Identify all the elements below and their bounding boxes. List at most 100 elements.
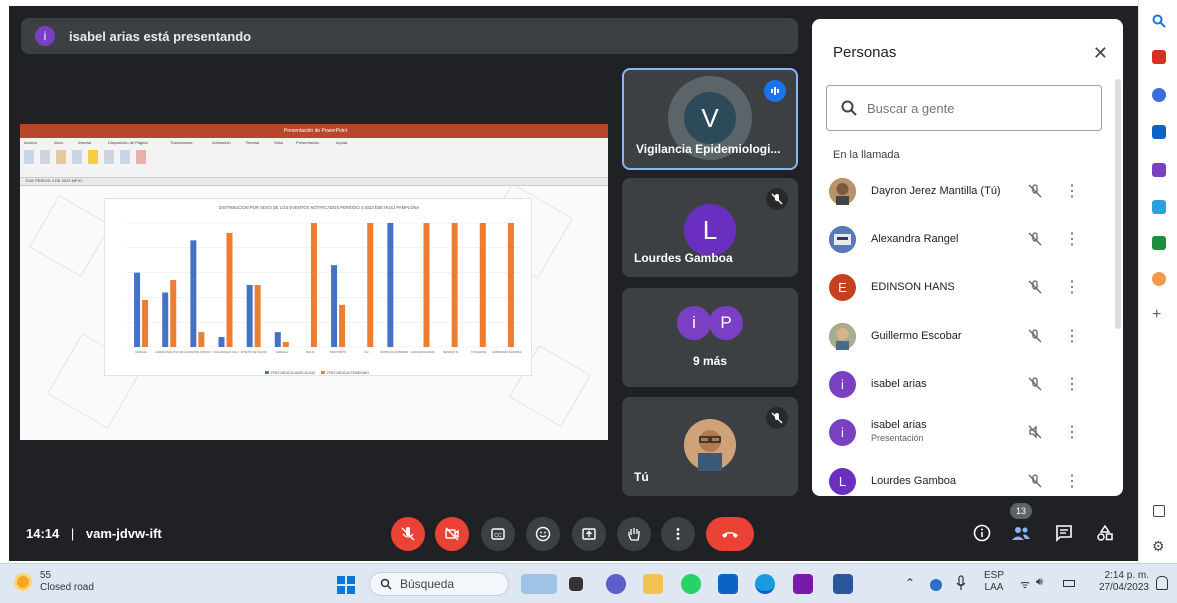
section-in-call: En la llamada	[833, 149, 900, 161]
scrollbar[interactable]	[1115, 79, 1121, 329]
clock-date: 27/04/2023	[1098, 582, 1149, 593]
add-icon[interactable]: +	[1152, 306, 1161, 324]
meeting-code: vam-jdvw-ift	[85, 526, 162, 541]
tile-more[interactable]: i P 9 más	[622, 288, 798, 387]
tile-self[interactable]: Tú	[622, 397, 798, 496]
microphone-icon[interactable]	[956, 575, 966, 596]
more-options-button[interactable]	[661, 517, 695, 551]
reactions-button[interactable]	[526, 517, 560, 551]
outlook-icon[interactable]	[1152, 125, 1166, 139]
participant-row[interactable]: Dayron Jerez Mantilla (Tú) ⋮	[829, 171, 1113, 211]
mic-off-icon	[1023, 184, 1047, 198]
file-explorer-icon[interactable]	[643, 574, 663, 594]
doc-tab-label: EVE PERIOD 4 DE 2023 MPIO.	[26, 178, 83, 183]
battery-icon[interactable]	[1063, 580, 1075, 587]
legend-masc: FRECUENCIA MASCULINO	[271, 371, 316, 375]
weather-widget[interactable]: 55 Closed road	[14, 570, 94, 594]
mic-off-icon	[1023, 232, 1047, 246]
meeting-details-button[interactable]	[969, 520, 995, 546]
designer-icon[interactable]	[1152, 163, 1166, 177]
settings-icon[interactable]: ⚙	[1152, 538, 1165, 555]
mic-off-icon	[766, 407, 788, 429]
teams-chat-icon[interactable]	[606, 574, 626, 594]
send-icon[interactable]	[1152, 200, 1166, 214]
mic-off-icon	[1023, 474, 1047, 488]
participant-row[interactable]: L Lourdes Gamboa ⋮	[829, 461, 1113, 496]
activities-icon	[1097, 524, 1113, 541]
participant-row[interactable]: Alexandra Rangel ⋮	[829, 219, 1113, 259]
task-view-icon[interactable]	[569, 577, 583, 591]
more-options-icon[interactable]: ⋮	[1057, 229, 1087, 249]
audio-off-icon	[1023, 425, 1047, 439]
volume-icon[interactable]: 🔊︎	[1036, 576, 1043, 589]
camera-toggle-button[interactable]	[435, 517, 469, 551]
word-icon[interactable]	[833, 574, 853, 594]
bar-femenino	[451, 223, 458, 347]
emoji-icon	[535, 526, 551, 542]
tray-chevron-icon[interactable]: ⌃	[905, 576, 915, 590]
raise-hand-button[interactable]	[617, 517, 651, 551]
presenting-banner: i isabel arias está presentando	[21, 18, 798, 54]
more-options-icon[interactable]: ⋮	[1057, 374, 1087, 394]
people-search[interactable]	[826, 85, 1102, 131]
captions-button[interactable]: CC	[481, 517, 515, 551]
participant-row[interactable]: Guillermo Escobar ⋮	[829, 316, 1113, 356]
leave-call-button[interactable]	[706, 517, 754, 551]
search-input[interactable]	[867, 100, 1067, 116]
present-button[interactable]	[572, 517, 606, 551]
more-options-icon[interactable]: ⋮	[1057, 181, 1087, 201]
people-title: Personas	[833, 44, 897, 61]
category-label: SIFILIS	[306, 350, 315, 354]
people-count-badge: 13	[1010, 503, 1032, 519]
speaking-indicator-icon	[764, 80, 786, 102]
whatsapp-icon[interactable]	[681, 574, 701, 594]
bar-masculino	[274, 332, 281, 347]
edge-icon[interactable]	[755, 574, 775, 594]
ribbon-tab: Animación	[212, 140, 231, 145]
tile-vigilancia[interactable]: V Vigilancia Epidemiologi...	[622, 68, 798, 170]
mic-off-icon	[401, 527, 415, 541]
sidebar-toggle-icon[interactable]	[1153, 505, 1165, 517]
legend-swatch-fem	[321, 371, 325, 374]
category-label: VARICELA	[275, 350, 288, 354]
copilot-icon[interactable]	[1152, 88, 1166, 102]
clock[interactable]: 2:14 p. m. 27/04/2023	[1091, 570, 1149, 594]
chat-button[interactable]	[1051, 520, 1077, 546]
participant-row[interactable]: i isabel arias Presentación ⋮	[829, 412, 1113, 452]
language-indicator[interactable]: ESP LAA	[984, 570, 1004, 594]
svg-text:CC: CC	[494, 533, 502, 539]
activities-button[interactable]	[1092, 520, 1118, 546]
briefcase-icon[interactable]	[1152, 50, 1166, 64]
more-options-icon[interactable]: ⋮	[1057, 326, 1087, 346]
tree-icon[interactable]	[1152, 236, 1166, 250]
participant-row[interactable]: E EDINSON HANS ⋮	[829, 267, 1113, 307]
more-options-icon[interactable]: ⋮	[1057, 277, 1087, 297]
mic-toggle-button[interactable]	[391, 517, 425, 551]
tile-self-avatar	[684, 419, 736, 471]
participant-name: Guillermo Escobar	[871, 329, 962, 342]
taskbar-search[interactable]: Búsqueda	[369, 572, 509, 596]
mail-icon[interactable]	[718, 574, 738, 594]
tray-app-icon[interactable]	[930, 579, 942, 591]
more-options-icon[interactable]: ⋮	[1057, 471, 1087, 491]
tile-lourdes[interactable]: L Lourdes Gamboa	[622, 178, 798, 277]
people-button[interactable]	[1008, 520, 1034, 546]
weather-desc: Closed road	[40, 582, 94, 593]
captions-icon: CC	[491, 528, 505, 540]
more-options-icon[interactable]: ⋮	[1057, 422, 1087, 442]
widget-app-icon[interactable]	[521, 574, 557, 594]
bar-femenino	[479, 223, 486, 347]
search-icon[interactable]	[1152, 14, 1166, 33]
bar-femenino	[507, 223, 514, 347]
participant-row[interactable]: i isabel arias ⋮	[829, 364, 1113, 404]
onenote-icon[interactable]	[793, 574, 813, 594]
windows-start-icon[interactable]	[337, 576, 355, 594]
close-icon[interactable]: ✕	[1093, 43, 1108, 64]
ppt-titlebar: Presentación de PowerPoint	[20, 124, 608, 138]
notification-icon[interactable]	[1156, 576, 1168, 590]
presentation-stage[interactable]: Presentación de PowerPoint Archivo Inici…	[20, 124, 608, 440]
extension-icon[interactable]	[1152, 272, 1166, 286]
tile-vigilancia-name: Vigilancia Epidemiologi...	[636, 142, 781, 156]
wifi-icon[interactable]: ᯤ	[1020, 577, 1030, 592]
ppt-window-title: Presentación de PowerPoint	[284, 128, 348, 134]
